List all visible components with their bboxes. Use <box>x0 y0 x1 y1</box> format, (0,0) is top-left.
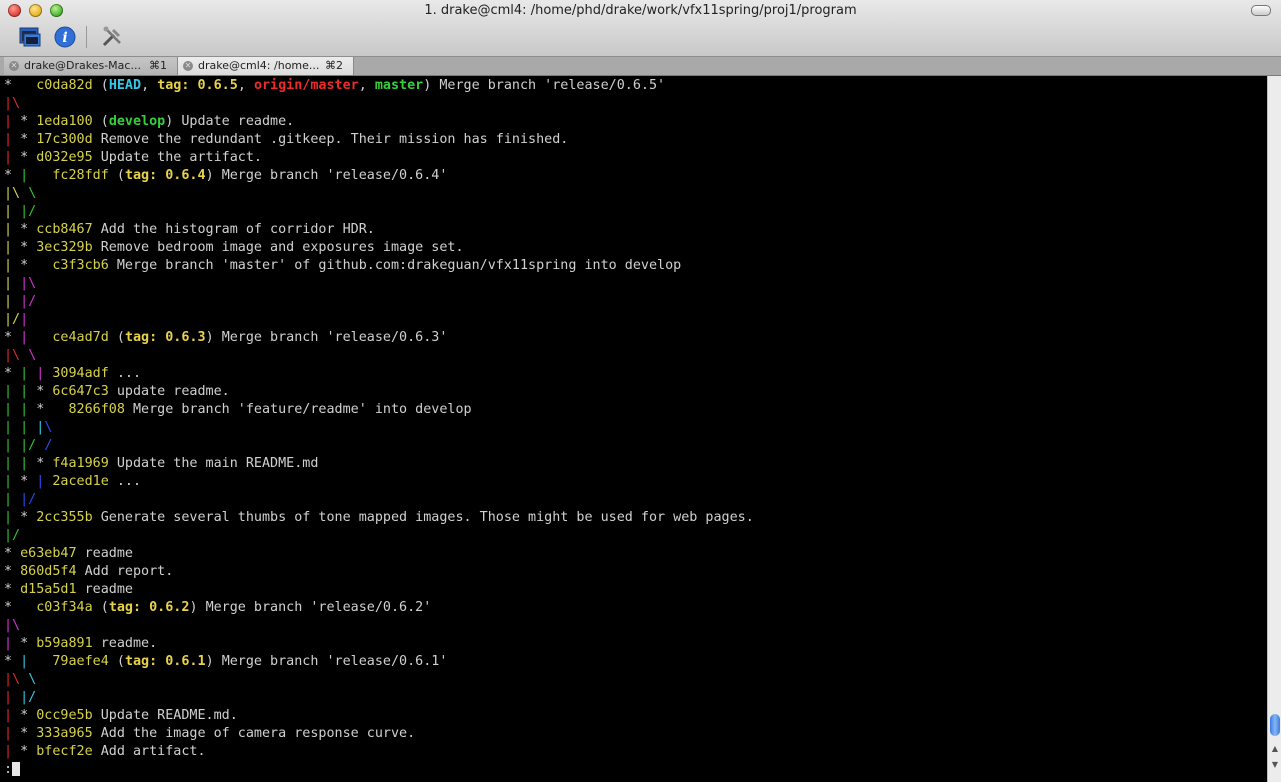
log-line: * d15a5d1 readme <box>4 582 133 597</box>
pager-prompt[interactable]: : <box>4 761 21 779</box>
log-line: * 860d5f4 Add report. <box>4 564 174 579</box>
scrollbar-thumb[interactable] <box>1270 714 1280 736</box>
text-cursor <box>12 762 21 776</box>
graph-line: |/ <box>4 528 21 543</box>
tab-2[interactable]: ✕ drake@cml4: /home... ⌘2 <box>178 57 354 75</box>
log-line: | | * 6c647c3 update readme. <box>4 384 230 399</box>
log-line: * | ce4ad7d (tag: 0.6.3) Merge branch 'r… <box>4 330 448 345</box>
graph-line: | |\ <box>4 276 37 291</box>
tab-label: drake@Drakes-Mac... <box>24 59 141 72</box>
graph-line: |\ <box>4 618 21 633</box>
log-line: * e63eb47 readme <box>4 546 133 561</box>
log-line: * c0da82d (HEAD, tag: 0.6.5, origin/mast… <box>4 78 666 93</box>
toolbar-toggle-button[interactable] <box>1251 5 1271 16</box>
info-icon[interactable]: i <box>52 24 78 50</box>
log-line: | * 3ec329b Remove bedroom image and exp… <box>4 240 464 255</box>
graph-line: |/| <box>4 312 29 327</box>
log-line: * c03f34a (tag: 0.6.2) Merge branch 'rel… <box>4 600 432 615</box>
tab-label: drake@cml4: /home... <box>198 59 320 72</box>
log-line: * | fc28fdf (tag: 0.6.4) Merge branch 'r… <box>4 168 448 183</box>
graph-line: |\ \ <box>4 348 37 363</box>
graph-line: | |/ <box>4 204 37 219</box>
log-line: | * b59a891 readme. <box>4 636 158 651</box>
log-line: | * bfecf2e Add artifact. <box>4 744 206 759</box>
svg-text:i: i <box>62 30 67 46</box>
log-line: | * c3f3cb6 Merge branch 'master' of git… <box>4 258 682 273</box>
window-title: 1. drake@cml4: /home/phd/drake/work/vfx1… <box>424 3 857 18</box>
log-line: | | * f4a1969 Update the main README.md <box>4 456 319 471</box>
terminal-output[interactable]: * c0da82d (HEAD, tag: 0.6.5, origin/mast… <box>0 76 1267 782</box>
graph-line: | |/ / <box>4 438 53 453</box>
tab-1[interactable]: ✕ drake@Drakes-Mac... ⌘1 <box>4 57 178 75</box>
log-line: | * 333a965 Add the image of camera resp… <box>4 726 416 741</box>
toolbar-separator <box>86 26 87 48</box>
graph-line: | |/ <box>4 492 37 507</box>
log-line: * | 79aefe4 (tag: 0.6.1) Merge branch 'r… <box>4 654 448 669</box>
title-bar: 1. drake@cml4: /home/phd/drake/work/vfx1… <box>0 0 1281 57</box>
log-line: | * 2cc355b Generate several thumbs of t… <box>4 510 754 525</box>
graph-line: | | |\ <box>4 420 53 435</box>
graph-line: |\ <box>4 96 21 111</box>
tab-shortcut: ⌘2 <box>325 59 343 72</box>
log-line: | * 0cc9e5b Update README.md. <box>4 708 238 723</box>
vertical-scrollbar[interactable]: ▲ ▼ <box>1267 76 1281 782</box>
new-window-icon[interactable] <box>17 24 43 50</box>
tab-bar: ✕ drake@Drakes-Mac... ⌘1 ✕ drake@cml4: /… <box>0 57 1281 76</box>
scroll-down-arrow-icon[interactable]: ▼ <box>1270 760 1280 772</box>
tools-icon[interactable] <box>99 24 125 50</box>
log-line: | | * 8266f08 Merge branch 'feature/read… <box>4 402 472 417</box>
graph-line: |\ \ <box>4 186 37 201</box>
log-line: * | | 3094adf ... <box>4 366 142 381</box>
close-tab-icon[interactable]: ✕ <box>9 61 19 71</box>
graph-line: | |/ <box>4 294 37 309</box>
log-line: | * | 2aced1e ... <box>4 474 142 489</box>
tab-shortcut: ⌘1 <box>149 59 167 72</box>
graph-line: |\ \ <box>4 672 37 687</box>
close-tab-icon[interactable]: ✕ <box>183 61 193 71</box>
log-line: | * d032e95 Update the artifact. <box>4 150 262 165</box>
log-line: | * 17c300d Remove the redundant .gitkee… <box>4 132 569 147</box>
graph-line: | |/ <box>4 690 37 705</box>
log-line: | * ccb8467 Add the histogram of corrido… <box>4 222 375 237</box>
log-line: | * 1eda100 (develop) Update readme. <box>4 114 295 129</box>
scroll-up-arrow-icon[interactable]: ▲ <box>1270 744 1280 756</box>
